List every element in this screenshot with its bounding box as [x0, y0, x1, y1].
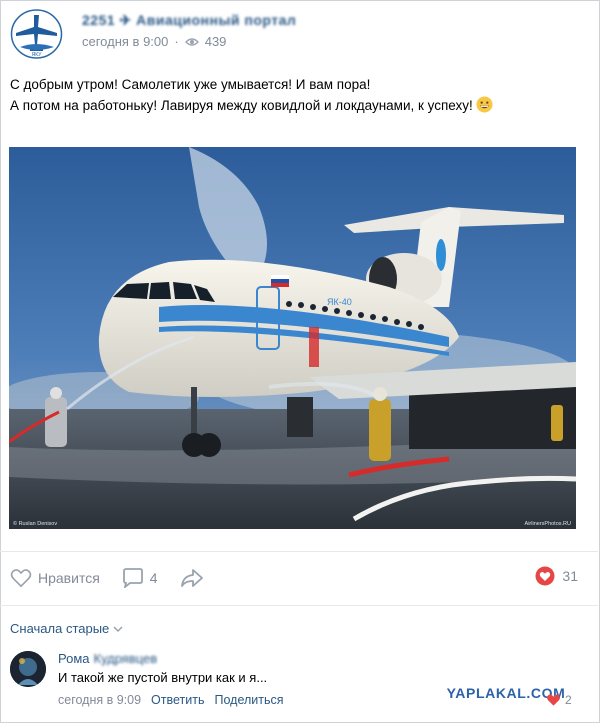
comment-author[interactable]: Рома Кудрявцев — [58, 651, 157, 666]
post-text-line-1: С добрым утром! Самолетик уже умывается!… — [10, 77, 371, 92]
comments-sort-dropdown[interactable]: Сначала старые — [10, 621, 123, 636]
post-photo[interactable]: ЯК-40 © Ruslan Denisov AirlinersPhotos.R… — [9, 147, 576, 529]
views-count: 439 — [204, 34, 227, 49]
likes-count: 31 — [562, 568, 578, 584]
chevron-down-icon — [113, 625, 123, 632]
photo-caption-right: AirlinersPhotos.RU — [525, 521, 571, 527]
post-time[interactable]: сегодня в 9:00 — [82, 34, 168, 49]
comments-count: 4 — [149, 570, 158, 586]
like-label: Нравится — [38, 570, 100, 586]
comment-like-button[interactable]: 2 — [546, 693, 572, 707]
group-avatar[interactable]: ЯКУ — [10, 9, 63, 59]
likes-counter[interactable]: 31 — [535, 566, 578, 586]
divider — [0, 551, 598, 552]
comment-time[interactable]: сегодня в 9:09 — [58, 693, 141, 707]
post-text: С добрым утром! Самолетик уже умывается!… — [10, 74, 590, 116]
share-arrow-icon — [180, 569, 203, 587]
eye-icon — [184, 37, 199, 46]
post-meta: сегодня в 9:00 · 439 — [82, 34, 227, 49]
post-text-line-2: А потом на работоньку! Лавируя между ков… — [10, 95, 590, 116]
comment-avatar[interactable] — [10, 651, 46, 687]
comment-meta: сегодня в 9:09 Ответить Поделиться — [58, 693, 284, 707]
heart-filled-icon — [535, 566, 555, 586]
grinning-face-emoji-icon — [476, 96, 493, 113]
comment-button[interactable]: 4 — [122, 568, 158, 588]
post-actions: Нравится 4 31 — [10, 566, 578, 590]
livery-text: ЯК-40 — [327, 297, 352, 307]
sort-label: Сначала старые — [10, 621, 110, 636]
heart-outline-icon — [10, 569, 32, 588]
comment-likes-count: 2 — [565, 693, 572, 707]
comment-text: И такой же пустой внутри как и я... — [58, 670, 268, 685]
comment-icon — [122, 568, 143, 588]
photo-caption-left: © Ruslan Denisov — [13, 520, 57, 527]
svg-text:ЯКУ: ЯКУ — [32, 52, 43, 58]
divider — [0, 605, 598, 606]
share-link[interactable]: Поделиться — [214, 693, 283, 707]
group-name[interactable]: 2251 ✈ Авиационный портал — [82, 12, 296, 29]
reply-link[interactable]: Ответить — [151, 693, 204, 707]
share-button[interactable] — [180, 568, 204, 588]
like-button[interactable]: Нравится — [10, 568, 100, 588]
heart-filled-icon — [547, 694, 560, 706]
